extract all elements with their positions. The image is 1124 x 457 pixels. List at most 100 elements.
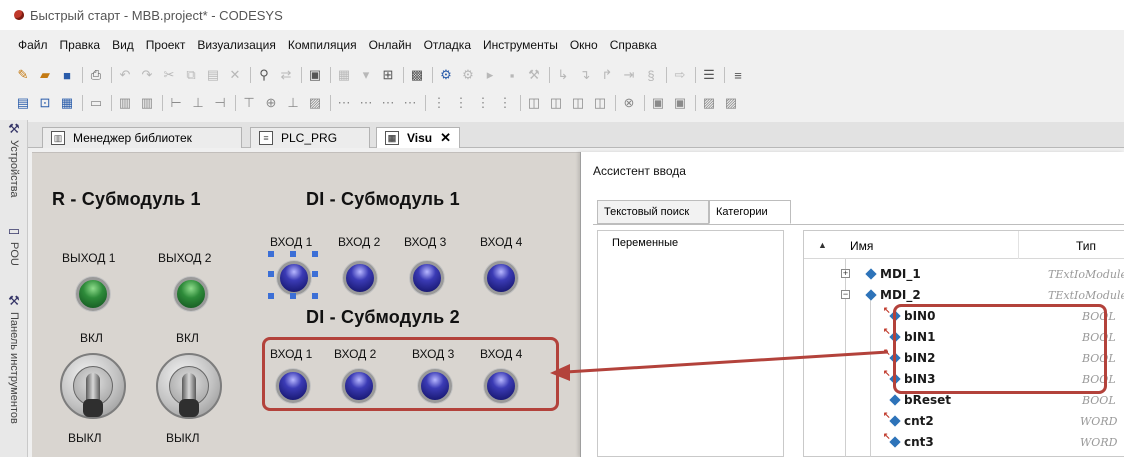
start-icon[interactable]: ▸ — [481, 66, 499, 84]
reset-icon[interactable]: ⚒ — [525, 66, 543, 84]
pou-dock-tab[interactable]: ▭ POU — [4, 224, 24, 266]
step-out-icon[interactable]: ↱ — [598, 66, 616, 84]
resize-handle[interactable] — [290, 293, 296, 299]
background-icon[interactable]: ▨ — [700, 94, 718, 112]
tab-visu[interactable]: ▦ Visu ✕ — [376, 127, 460, 148]
align-center-icon[interactable]: ⊥ — [189, 94, 207, 112]
find-icon[interactable]: ⚲ — [255, 66, 273, 84]
sort-ascending-icon[interactable]: ▲ — [818, 240, 827, 250]
print-icon[interactable]: ⎙ — [87, 66, 105, 84]
expand-icon[interactable]: + — [841, 269, 850, 278]
resize-handle[interactable] — [312, 271, 318, 277]
force-values-icon[interactable]: ☰ — [700, 66, 718, 84]
di1-input-3-lamp[interactable] — [410, 261, 444, 295]
delete-icon[interactable]: ✕ — [226, 66, 244, 84]
copy-icon[interactable]: ⧉ — [182, 66, 200, 84]
toolbar-options-icon[interactable]: ≡ — [729, 66, 747, 84]
resize-handle[interactable] — [268, 271, 274, 277]
add-folder-icon[interactable]: ▾ — [357, 66, 375, 84]
di1-input-2-lamp[interactable] — [343, 261, 377, 295]
frame-icon[interactable]: ▭ — [87, 94, 105, 112]
align-top-icon[interactable]: ⊤ — [240, 94, 258, 112]
tab-plc-prg[interactable]: ≡ PLC_PRG — [250, 127, 370, 148]
distribute-h4-icon[interactable]: ⋯ — [401, 94, 419, 112]
di1-input-4-lamp[interactable] — [484, 261, 518, 295]
step-over-icon[interactable]: ↳ — [554, 66, 572, 84]
resize-handle[interactable] — [312, 251, 318, 257]
bring-front-icon[interactable]: ◫ — [525, 94, 543, 112]
open-project-icon[interactable]: ▰ — [36, 66, 54, 84]
distribute-h3-icon[interactable]: ⋯ — [379, 94, 397, 112]
stop-icon[interactable]: ▪ — [503, 66, 521, 84]
menu-file[interactable]: Файл — [18, 38, 48, 52]
logout-icon[interactable]: ⚙ — [459, 66, 477, 84]
di2-input-3-lamp[interactable] — [418, 369, 452, 403]
save-icon[interactable]: ■ — [58, 66, 76, 84]
tree-row-cnt3[interactable]: ↖ cnt3 WORD — [804, 431, 1124, 453]
distribute-v4-icon[interactable]: ⋮ — [496, 94, 514, 112]
menu-help[interactable]: Справка — [610, 38, 657, 52]
distribute-h-icon[interactable]: ⋯ — [335, 94, 353, 112]
login-icon[interactable]: ⚙ — [437, 66, 455, 84]
distribute-v3-icon[interactable]: ⋮ — [474, 94, 492, 112]
column-name-header[interactable]: Имя — [850, 239, 873, 253]
output-1-lamp[interactable] — [76, 277, 110, 311]
undo-icon[interactable]: ↶ — [116, 66, 134, 84]
distribute-v2-icon[interactable]: ⋮ — [452, 94, 470, 112]
interface-editor-icon[interactable]: ▣ — [649, 94, 667, 112]
menu-tools[interactable]: Инструменты — [483, 38, 558, 52]
tab-library-manager[interactable]: ▥ Менеджер библиотек — [42, 127, 242, 148]
menu-view[interactable]: Вид — [112, 38, 134, 52]
bring-forward-icon[interactable]: ◫ — [547, 94, 565, 112]
open-file-icon[interactable]: ⊞ — [379, 66, 397, 84]
replace-icon[interactable]: ⇄ — [277, 66, 295, 84]
ungroup-icon[interactable]: ▥ — [138, 94, 156, 112]
category-list[interactable]: Переменные — [597, 230, 784, 457]
tab-text-search[interactable]: Текстовый поиск — [597, 200, 709, 224]
menu-debug[interactable]: Отладка — [424, 38, 471, 52]
collapse-icon[interactable]: − — [841, 290, 850, 299]
align-bottom-icon[interactable]: ⊥ — [284, 94, 302, 112]
new-project-icon[interactable]: ✎ — [14, 66, 32, 84]
same-size-icon[interactable]: ▨ — [306, 94, 324, 112]
di1-input-1-lamp[interactable] — [277, 261, 311, 295]
column-divider[interactable] — [1018, 231, 1019, 259]
toolbox-dock-tab[interactable]: ⚒ Панель инструментов — [4, 294, 24, 424]
tree-row-mdi1[interactable]: + MDI_1 TExtIoModuleSyn — [804, 264, 1124, 285]
di2-input-4-lamp[interactable] — [484, 369, 518, 403]
close-tab-icon[interactable]: ✕ — [440, 130, 451, 146]
visualization-canvas[interactable]: R - Субмодуль 1 DI - Субмодуль 1 DI - Су… — [32, 152, 587, 457]
element-list-icon[interactable]: ▨ — [722, 94, 740, 112]
redo-icon[interactable]: ↷ — [138, 66, 156, 84]
run-to-cursor-icon[interactable]: ⇥ — [620, 66, 638, 84]
distribute-h2-icon[interactable]: ⋯ — [357, 94, 375, 112]
step-into-icon[interactable]: ↴ — [576, 66, 594, 84]
resize-handle[interactable] — [312, 293, 318, 299]
tab-categories[interactable]: Категории — [709, 200, 791, 224]
menu-visualization[interactable]: Визуализация — [197, 38, 276, 52]
visu-grid-icon[interactable]: ▦ — [58, 94, 76, 112]
visu-element-icon[interactable]: ▤ — [14, 94, 32, 112]
di2-input-2-lamp[interactable] — [342, 369, 376, 403]
menu-online[interactable]: Онлайн — [369, 38, 412, 52]
column-type-header[interactable]: Тип — [1076, 239, 1096, 253]
align-left-icon[interactable]: ⊢ — [167, 94, 185, 112]
build-icon[interactable]: ▩ — [408, 66, 426, 84]
di2-input-1-lamp[interactable] — [276, 369, 310, 403]
send-backward-icon[interactable]: ◫ — [569, 94, 587, 112]
resize-handle[interactable] — [268, 293, 274, 299]
align-right-icon[interactable]: ⊣ — [211, 94, 229, 112]
send-back-icon[interactable]: ◫ — [591, 94, 609, 112]
align-middle-icon[interactable]: ⊕ — [262, 94, 280, 112]
tree-row-mdi2[interactable]: − MDI_2 TExtIoModuleSyn — [804, 285, 1124, 306]
resize-handle[interactable] — [268, 251, 274, 257]
devices-dock-tab[interactable]: ⚒ Устройства — [4, 122, 24, 198]
output-1-toggle-switch[interactable] — [60, 353, 126, 419]
tree-row-cnt2[interactable]: ↖ cnt2 WORD — [804, 410, 1124, 432]
category-variables[interactable]: Переменные — [612, 237, 678, 249]
lock-element-icon[interactable]: ⊗ — [620, 94, 638, 112]
hotkeys-icon[interactable]: ▣ — [671, 94, 689, 112]
output-2-toggle-switch[interactable] — [156, 353, 222, 419]
paste-icon[interactable]: ▤ — [204, 66, 222, 84]
resize-handle[interactable] — [290, 251, 296, 257]
